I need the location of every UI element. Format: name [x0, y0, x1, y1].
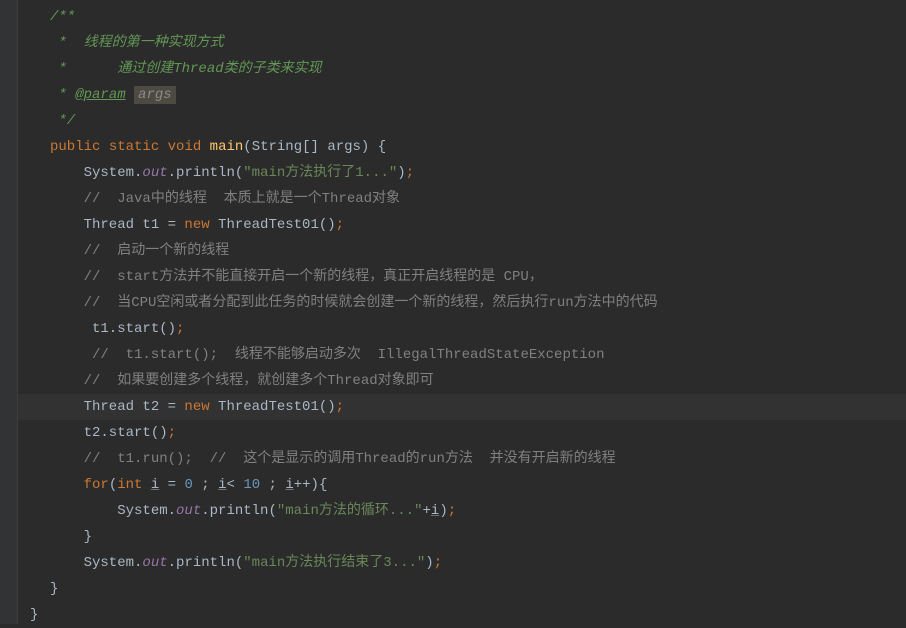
- code: System.: [50, 165, 142, 181]
- paren: ): [397, 165, 405, 181]
- line-comment: // start方法并不能直接开启一个新的线程，真正开启线程的是 CPU，: [50, 269, 543, 285]
- semicolon: ;: [434, 555, 442, 571]
- semicolon: ;: [448, 503, 456, 519]
- space: [159, 139, 167, 155]
- code: =: [159, 477, 184, 493]
- keyword-new: new: [184, 399, 209, 415]
- string-literal: "main方法的循环...": [277, 503, 423, 519]
- keyword-static: static: [109, 139, 159, 155]
- code: System.: [50, 503, 176, 519]
- line-comment: // t1.run(); // 这个是显示的调用Thread的run方法 并没有…: [50, 451, 616, 467]
- line-comment: // 当CPU空闲或者分配到此任务的时候就会创建一个新的线程，然后执行run方法…: [50, 295, 658, 311]
- string-literal: "main方法执行结束了3...": [243, 555, 425, 571]
- doc-comment: * 通过创建Thread类的子类来实现: [50, 61, 322, 77]
- code: .println(: [168, 555, 244, 571]
- param-tag: @param: [75, 87, 125, 103]
- code: .println(: [201, 503, 277, 519]
- semicolon: ;: [336, 399, 344, 415]
- line-comment: // t1.start(); 线程不能够启动多次 IllegalThreadSt…: [50, 347, 604, 363]
- field-out: out: [176, 503, 201, 519]
- space: [201, 139, 209, 155]
- method-main: main: [210, 139, 244, 155]
- paren: ): [425, 555, 433, 571]
- field-out: out: [142, 165, 167, 181]
- param: args: [327, 139, 361, 155]
- brace: }: [50, 529, 92, 545]
- keyword-void: void: [168, 139, 202, 155]
- semicolon: ;: [176, 321, 184, 337]
- class: ThreadTest01(): [210, 399, 336, 415]
- keyword-public: public: [50, 139, 100, 155]
- space: [142, 477, 150, 493]
- code: +: [423, 503, 431, 519]
- number: 10: [243, 477, 260, 493]
- code: ;: [260, 477, 285, 493]
- string-literal: "main方法执行了1...": [243, 165, 397, 181]
- code: <: [227, 477, 244, 493]
- doc-comment: /**: [50, 9, 75, 25]
- code: Thread t2 =: [50, 399, 184, 415]
- brace: }: [50, 581, 58, 597]
- space: [126, 87, 134, 103]
- code: t2.start(): [50, 425, 168, 441]
- doc-comment: *: [50, 87, 75, 103]
- var-i: i: [218, 477, 226, 493]
- brace: ) {: [361, 139, 386, 155]
- semicolon: ;: [336, 217, 344, 233]
- number: 0: [184, 477, 192, 493]
- line-comment: // 如果要创建多个线程，就创建多个Thread对象即可: [50, 373, 434, 389]
- doc-comment: */: [50, 113, 75, 129]
- var-i: i: [151, 477, 159, 493]
- code: ++){: [294, 477, 328, 493]
- type: String[]: [252, 139, 328, 155]
- paren: (: [109, 477, 117, 493]
- brace: }: [30, 607, 38, 623]
- param-arg: args: [134, 86, 176, 104]
- keyword-for: for: [50, 477, 109, 493]
- code-editor[interactable]: /** * 线程的第一种实现方式 * 通过创建Thread类的子类来实现 * @…: [18, 0, 906, 624]
- keyword-int: int: [117, 477, 142, 493]
- class: ThreadTest01(): [210, 217, 336, 233]
- line-comment: // Java中的线程 本质上就是一个Thread对象: [50, 191, 400, 207]
- line-comment: // 启动一个新的线程: [50, 243, 229, 259]
- paren: ): [439, 503, 447, 519]
- space: [100, 139, 108, 155]
- editor-gutter: [0, 0, 18, 624]
- code: ;: [193, 477, 218, 493]
- paren: (: [243, 139, 251, 155]
- var-i: i: [285, 477, 293, 493]
- doc-comment: * 线程的第一种实现方式: [50, 35, 224, 51]
- code: t1.start(): [50, 321, 176, 337]
- semicolon: ;: [406, 165, 414, 181]
- semicolon: ;: [168, 425, 176, 441]
- field-out: out: [142, 555, 167, 571]
- keyword-new: new: [184, 217, 209, 233]
- code: System.: [50, 555, 142, 571]
- code: Thread t1 =: [50, 217, 184, 233]
- code: .println(: [168, 165, 244, 181]
